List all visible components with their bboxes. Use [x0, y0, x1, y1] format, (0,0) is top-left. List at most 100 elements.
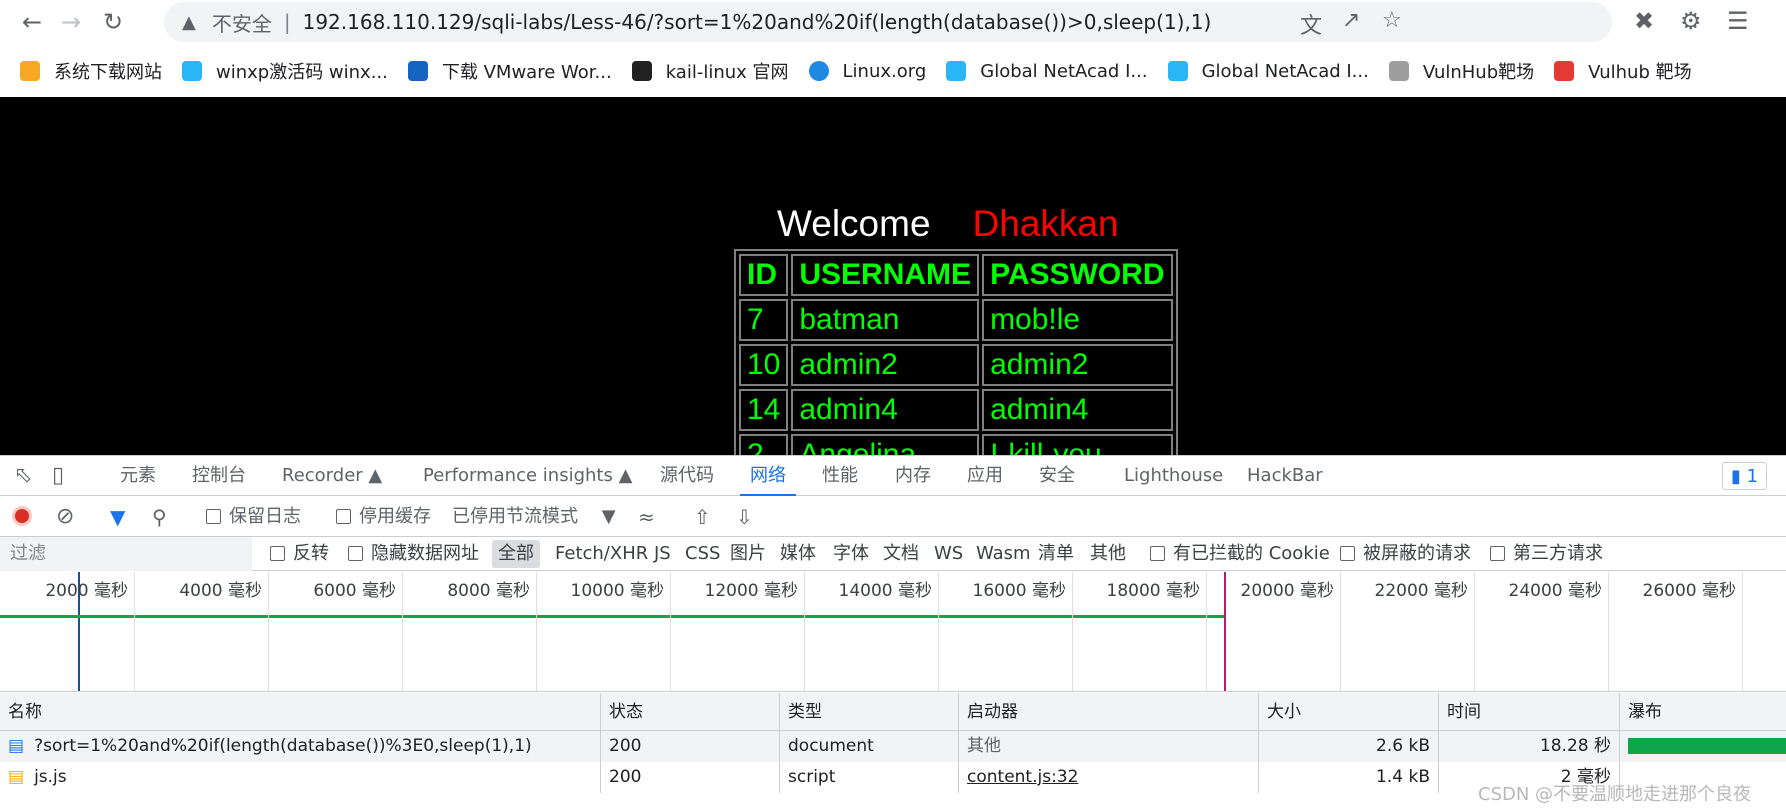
bookmark-item[interactable]: winxp激活码 winx... — [182, 58, 388, 84]
column-header-initiator[interactable]: 启动器 — [959, 693, 1259, 731]
column-header-time[interactable]: 时间 — [1439, 693, 1620, 731]
tab-security[interactable]: 安全 — [1039, 456, 1075, 496]
timeline-tick-label: 26000 毫秒 — [1642, 581, 1736, 601]
tab-network[interactable]: 网络 — [740, 456, 796, 496]
timeline-tick-label: 16000 毫秒 — [972, 581, 1066, 601]
column-header-status[interactable]: 状态 — [601, 693, 780, 731]
timeline-gridline — [1340, 572, 1341, 691]
reload-icon[interactable]: ↻ — [98, 7, 128, 37]
bookmark-item[interactable]: Global NetAcad I... — [946, 61, 1148, 82]
table-cell: admin4 — [982, 389, 1173, 431]
page-content: Welcome Dhakkan ID USERNAME PASSWORD 7 ba… — [0, 97, 1786, 455]
tab-performance[interactable]: 性能 — [822, 456, 858, 496]
network-conditions-icon[interactable]: ≈ — [638, 497, 655, 537]
table-cell: admin2 — [982, 344, 1173, 386]
column-header-name[interactable]: 名称 — [0, 693, 601, 731]
issues-badge[interactable]: ▮ 1 — [1722, 462, 1768, 490]
tab-console[interactable]: 控制台 — [192, 456, 246, 496]
search-icon[interactable]: ⚲ — [152, 497, 167, 537]
network-toolbar: ⊘ ▼ ⚲ 保留日志 停用缓存 已停用节流模式 ▼ ≈ ⇧ ⇩ — [0, 497, 1786, 537]
invert-checkbox[interactable]: 反转 — [270, 537, 329, 571]
disable-cache-label: 停用缓存 — [359, 506, 431, 527]
bookmark-item[interactable]: Vulhub 靶场 — [1554, 58, 1692, 84]
bookmark-star-icon[interactable]: ☆ — [1382, 8, 1402, 33]
filter-type-other[interactable]: 其他 — [1090, 537, 1126, 571]
device-toolbar-icon[interactable]: ▯ — [52, 456, 64, 496]
timeline-tick-label: 8000 毫秒 — [447, 581, 530, 601]
tab-recorder[interactable]: Recorder ▲ — [282, 456, 382, 496]
bookmark-item[interactable]: kail-linux 官网 — [631, 58, 789, 84]
timeline-gridline — [670, 572, 671, 691]
back-icon[interactable]: ← — [17, 7, 47, 37]
checkbox-icon — [1150, 546, 1165, 561]
reading-list-icon[interactable]: ☰ — [1727, 7, 1749, 35]
address-bar[interactable]: ▲ 不安全 | 192.168.110.129/sqli-labs/Less-4… — [164, 2, 1612, 42]
blocked-cookies-checkbox[interactable]: 有已拦截的 Cookie — [1150, 537, 1330, 571]
forward-icon[interactable]: → — [56, 7, 86, 37]
tab-elements[interactable]: 元素 — [120, 456, 156, 496]
url-text[interactable]: 192.168.110.129/sqli-labs/Less-46/?sort=… — [303, 10, 1212, 34]
blocked-requests-checkbox[interactable]: 被屏蔽的请求 — [1340, 537, 1471, 571]
tab-sources[interactable]: 源代码 — [660, 456, 714, 496]
third-party-label: 第三方请求 — [1513, 543, 1603, 564]
filter-type-doc[interactable]: 文档 — [883, 537, 919, 571]
network-overview-timeline[interactable]: 2000 毫秒 4000 毫秒 6000 毫秒 8000 毫秒 10000 毫秒 1200… — [0, 572, 1786, 692]
bookmark-label: VulnHub靶场 — [1422, 62, 1535, 83]
bookmark-item[interactable]: Linux.org — [808, 61, 926, 82]
disable-cache-checkbox[interactable]: 停用缓存 — [336, 497, 431, 537]
column-header-waterfall[interactable]: 瀑布 — [1620, 693, 1786, 731]
filter-type-font[interactable]: 字体 — [833, 537, 869, 571]
clear-icon[interactable]: ⊘ — [56, 497, 74, 537]
bookmark-item[interactable]: 系统下载网站 — [20, 58, 162, 84]
export-har-icon[interactable]: ⇩ — [736, 497, 753, 537]
filter-type-fetch-xhr[interactable]: Fetch/XHR — [555, 537, 648, 571]
filter-type-img[interactable]: 图片 — [730, 537, 766, 571]
filter-type-css[interactable]: CSS — [685, 537, 720, 571]
tab-application[interactable]: 应用 — [967, 456, 1003, 496]
preserve-log-checkbox[interactable]: 保留日志 — [206, 497, 301, 537]
bookmark-item[interactable]: VulnHub靶场 — [1388, 58, 1535, 84]
tab-lighthouse[interactable]: Lighthouse — [1124, 456, 1223, 496]
filter-type-wasm[interactable]: Wasm — [976, 537, 1031, 571]
request-name[interactable]: ▤ ?sort=1%20and%20if(length(database())%3… — [0, 731, 601, 762]
preserve-log-label: 保留日志 — [229, 506, 301, 527]
table-cell: 7 — [739, 299, 789, 341]
tab-performance-insights[interactable]: Performance insights ▲ — [423, 456, 632, 496]
filter-type-ws[interactable]: WS — [934, 537, 963, 571]
request-status: 200 — [601, 762, 780, 793]
filter-input[interactable]: 过滤 — [0, 537, 252, 571]
table-row[interactable]: ▤ ?sort=1%20and%20if(length(database())%3… — [0, 731, 1786, 762]
bookmark-item[interactable]: 下载 VMware Wor... — [407, 58, 612, 84]
puzzle-icon[interactable]: ⚙ — [1680, 7, 1702, 35]
filter-type-all[interactable]: 全部 — [492, 540, 540, 568]
timeline-tick-label: 12000 毫秒 — [704, 581, 798, 601]
tab-hackbar[interactable]: HackBar — [1247, 456, 1323, 496]
extension-x-icon[interactable]: ✖ — [1634, 7, 1654, 35]
table-cell: 14 — [739, 389, 789, 431]
filter-type-js[interactable]: JS — [654, 537, 671, 571]
share-icon[interactable]: ↗ — [1342, 8, 1360, 33]
column-header-size[interactable]: 大小 — [1259, 693, 1439, 731]
timeline-gridline — [804, 572, 805, 691]
hide-data-urls-checkbox[interactable]: 隐藏数据网址 — [348, 537, 479, 571]
tab-memory[interactable]: 内存 — [895, 456, 931, 496]
table-row: 7 batman mob!le — [739, 299, 1173, 341]
filter-type-media[interactable]: 媒体 — [780, 537, 816, 571]
import-har-icon[interactable]: ⇧ — [694, 497, 711, 537]
request-name[interactable]: ▤ js.js — [0, 762, 601, 793]
bookmark-item[interactable]: Global NetAcad I... — [1167, 61, 1369, 82]
column-header: USERNAME — [791, 254, 980, 296]
translate-icon[interactable]: 文 — [1300, 8, 1322, 40]
column-header-type[interactable]: 类型 — [780, 693, 959, 731]
inspect-element-icon[interactable]: ⬁ — [14, 456, 32, 496]
flask-icon: ▲ — [618, 465, 633, 486]
welcome-text: Welcome — [777, 203, 931, 244]
record-icon[interactable] — [12, 497, 32, 537]
request-initiator-link[interactable]: content.js:32 — [959, 762, 1259, 793]
throttling-select[interactable]: 已停用节流模式 ▼ — [452, 497, 616, 537]
request-size: 1.4 kB — [1259, 762, 1439, 793]
timeline-tick-label: 10000 毫秒 — [570, 581, 664, 601]
filter-type-manifest[interactable]: 清单 — [1038, 537, 1074, 571]
third-party-checkbox[interactable]: 第三方请求 — [1490, 537, 1603, 571]
filter-icon[interactable]: ▼ — [110, 497, 125, 537]
